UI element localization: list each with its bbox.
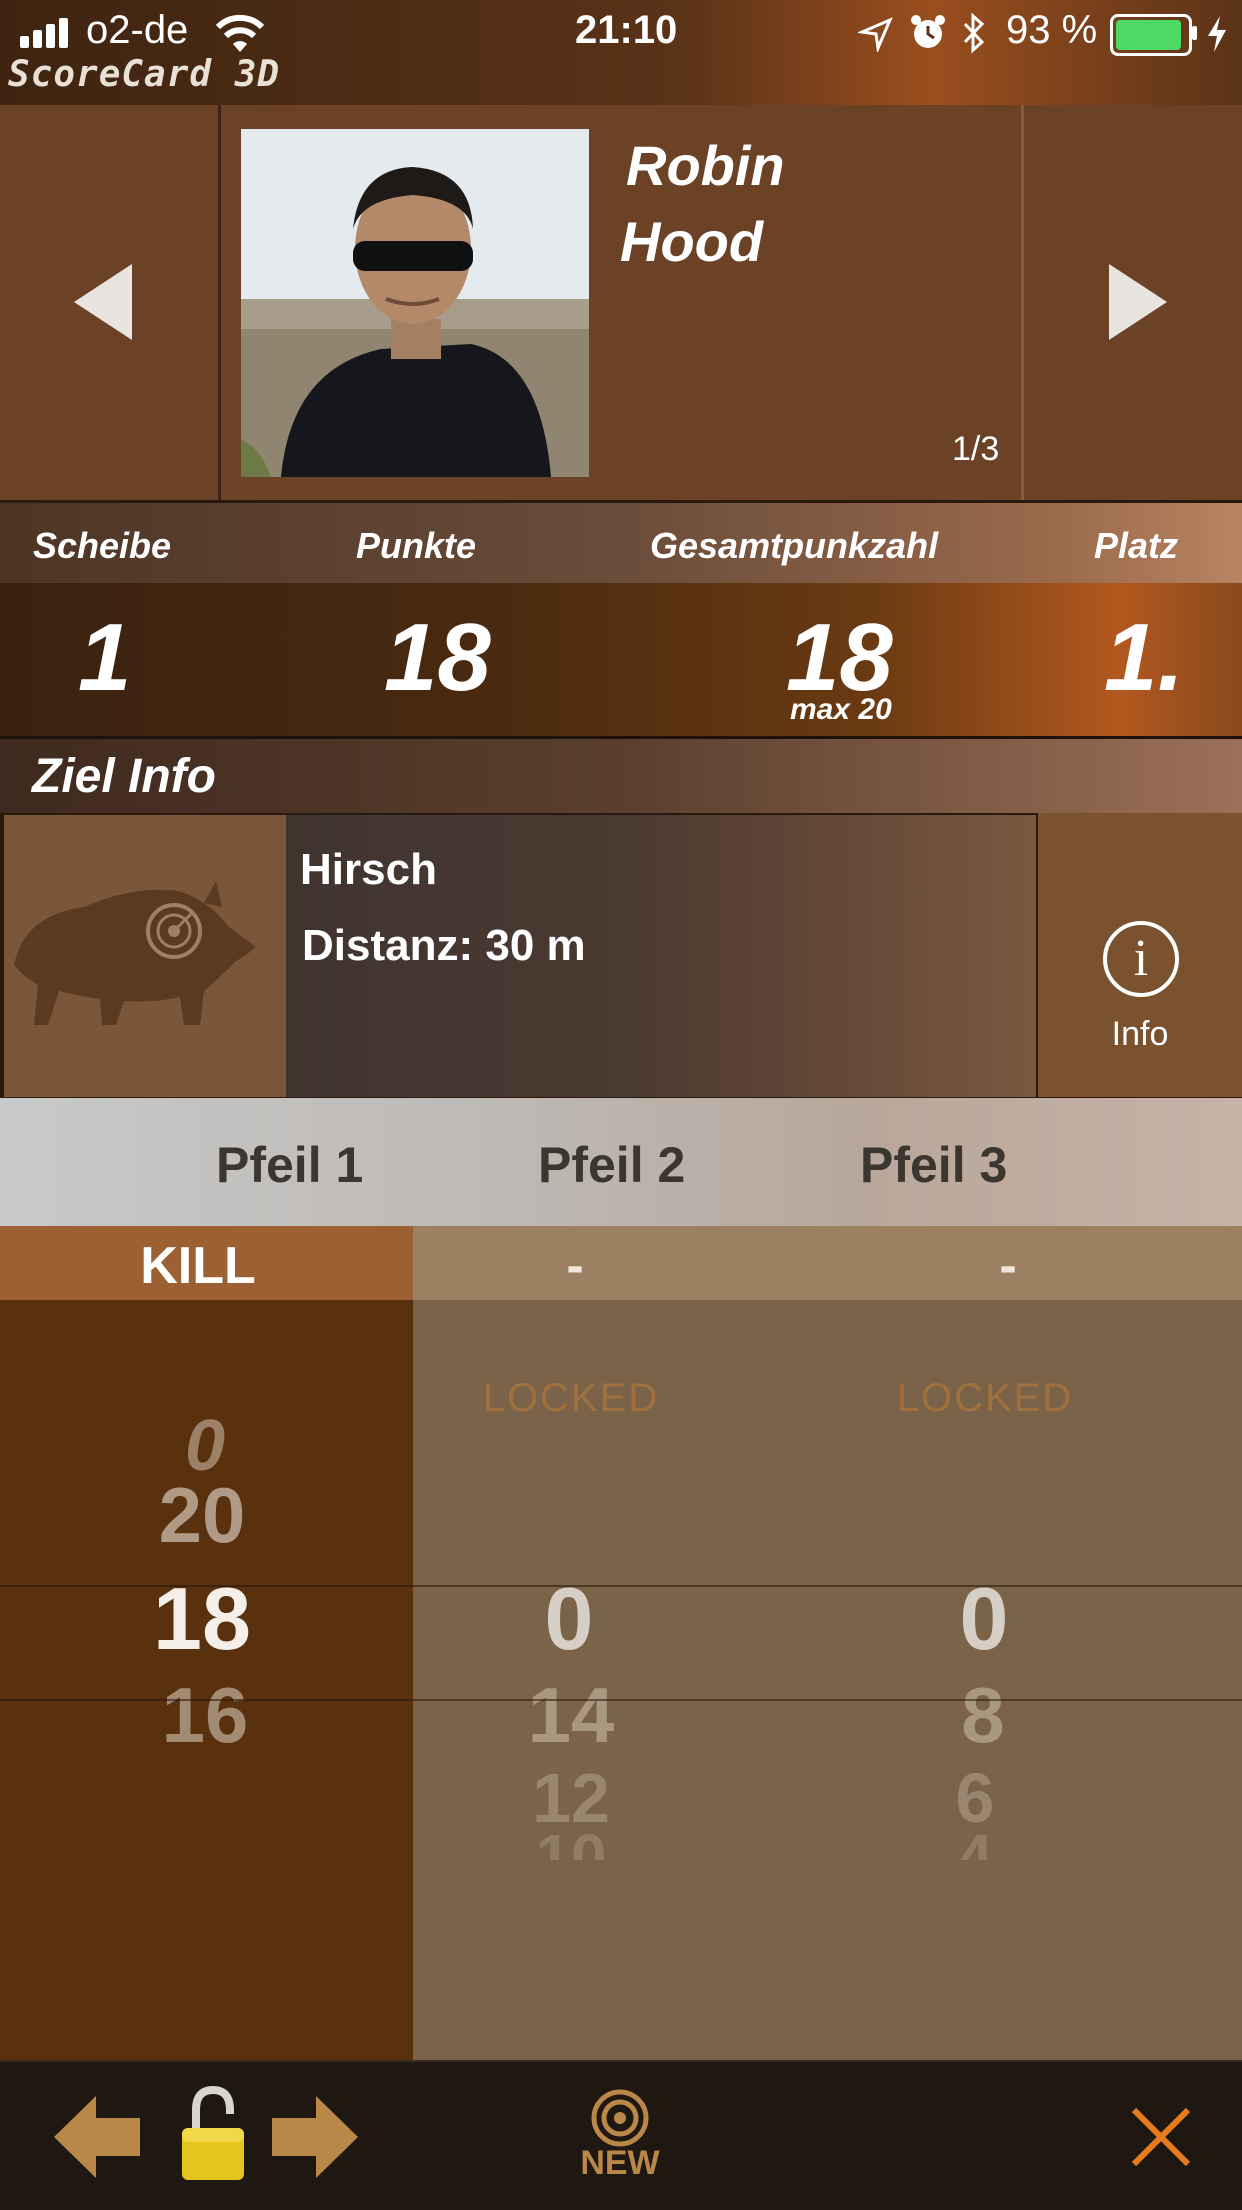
target-name: Hirsch	[300, 845, 437, 894]
picker-3-option[interactable]: 4	[825, 1820, 1125, 1860]
lock-open-icon[interactable]	[178, 2084, 248, 2184]
zone-label-2[interactable]: -	[475, 1236, 675, 1296]
picker-2-locked-label: LOCKED	[482, 1376, 660, 1420]
picker-2-option[interactable]: 14	[421, 1670, 721, 1761]
arrow-header-1: Pfeil 1	[216, 1137, 364, 1193]
picker-2-selected[interactable]: 0	[419, 1568, 719, 1670]
zone-label-3[interactable]: -	[908, 1236, 1108, 1296]
previous-target-button[interactable]	[52, 2092, 142, 2182]
stat-value-rank: 1.	[1104, 604, 1185, 711]
stat-header-rank: Platz	[1094, 525, 1179, 566]
picker-3-option[interactable]: 8	[833, 1670, 1133, 1761]
arrow-left-icon	[74, 264, 132, 340]
stat-value-points: 18	[384, 604, 491, 711]
target-distance: Distanz: 30 m	[302, 921, 586, 970]
arrow-right-icon	[1109, 264, 1167, 340]
battery-percent: 93 %	[1006, 8, 1098, 52]
player-last-name: Hood	[620, 210, 764, 273]
stats-values: 1 18 18 max 20 1.	[0, 583, 1242, 739]
target-image	[2, 813, 288, 1099]
zone-arrow-1[interactable]: KILL	[0, 1226, 413, 1300]
picker-3-selected[interactable]: 0	[834, 1568, 1134, 1670]
alarm-icon	[911, 15, 945, 48]
score-pickers-locked: LOCKED LOCKED 0 14 12 10 0 8 6 4	[413, 1300, 1242, 2060]
close-icon[interactable]	[1130, 2106, 1192, 2168]
player-first-name: Robin	[626, 134, 785, 197]
info-icon: i	[1103, 921, 1179, 997]
zone-label-1: KILL	[140, 1237, 256, 1295]
battery-icon	[1110, 14, 1192, 56]
picker-selection-line-top	[0, 1585, 1242, 1587]
picker-1-option[interactable]: 16	[55, 1670, 355, 1761]
charging-icon	[1208, 16, 1226, 52]
arrow-header-3: Pfeil 3	[860, 1137, 1008, 1193]
info-label: Info	[1111, 1015, 1169, 1053]
stats-header: Scheibe Punkte Gesamtpunkzahl Platz	[0, 500, 1242, 586]
carrier-label: o2-de	[86, 8, 189, 52]
arrow-header-2: Pfeil 2	[538, 1137, 686, 1193]
previous-player-button[interactable]	[0, 105, 221, 500]
picker-2-option[interactable]: 10	[421, 1820, 721, 1860]
battery-tip	[1192, 26, 1197, 40]
stat-max-points: max 20	[790, 693, 892, 726]
bluetooth-icon	[963, 12, 985, 54]
target-info-title: Ziel Info	[32, 750, 216, 803]
player-page-indicator: 1/3	[952, 430, 1000, 468]
status-bar: o2-de 21:10 93 % ScoreCard 3D	[0, 0, 1242, 105]
player-photo	[241, 129, 589, 477]
zone-row: KILL - -	[0, 1226, 1242, 1300]
signal-icon	[20, 18, 72, 48]
target-icon	[591, 2089, 649, 2147]
target-info-header: Ziel Info	[0, 739, 1242, 813]
new-target-button[interactable]: NEW	[560, 2088, 680, 2188]
new-label: NEW	[580, 2144, 660, 2182]
next-player-button[interactable]	[1021, 105, 1242, 500]
location-icon	[858, 17, 893, 52]
stat-value-target: 1	[78, 604, 132, 711]
app-title: ScoreCard 3D	[8, 54, 281, 95]
boar-target-icon	[14, 881, 256, 1025]
arrows-header: Pfeil 1 Pfeil 2 Pfeil 3	[0, 1098, 1242, 1226]
next-target-button[interactable]	[270, 2092, 360, 2182]
bottom-toolbar: NEW	[0, 2060, 1242, 2210]
picker-1-selected[interactable]: 18	[52, 1568, 352, 1670]
picker-selection-line-bottom	[0, 1699, 1242, 1701]
picker-3-locked-label: LOCKED	[896, 1376, 1074, 1420]
picker-1-option[interactable]: 20	[52, 1470, 352, 1561]
info-button[interactable]: i Info	[1038, 813, 1242, 1097]
score-picker-arrow-1[interactable]: 0 20 18 16	[0, 1300, 413, 2060]
stat-header-target: Scheibe	[33, 525, 172, 566]
clock: 21:10	[575, 8, 678, 52]
target-details: Hirsch Distanz: 30 m	[286, 813, 1036, 1099]
stat-header-points: Punkte	[356, 525, 477, 566]
stat-header-total: Gesamtpunkzahl	[650, 525, 939, 566]
wifi-icon	[215, 14, 265, 52]
